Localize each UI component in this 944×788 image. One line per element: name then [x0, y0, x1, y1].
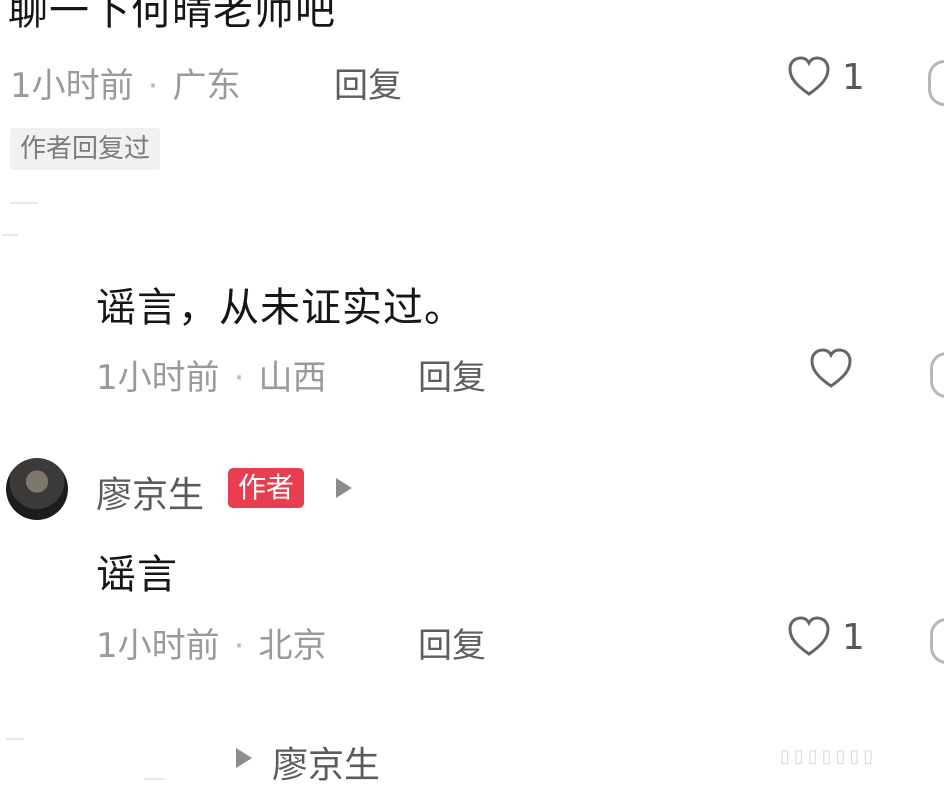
- image-noise: [6, 738, 24, 740]
- comment3-meta: 1小时前 · 北京: [96, 626, 327, 666]
- heart-icon: [786, 616, 832, 658]
- cropped-icon: [930, 352, 944, 398]
- comment1-time: 1小时前: [10, 66, 134, 106]
- comment2-location: 山西: [258, 358, 327, 398]
- comment1-location: 广东: [172, 66, 241, 106]
- play-icon[interactable]: [236, 748, 252, 768]
- comment2-time: 1小时前: [96, 358, 220, 398]
- comment2-reply-button[interactable]: 回复: [418, 350, 486, 399]
- heart-icon: [808, 348, 854, 390]
- comment1-reply-button[interactable]: 回复: [334, 58, 402, 107]
- comment2-like-button[interactable]: [808, 348, 854, 390]
- comment2-text: 谣言，从未证实过。: [96, 285, 465, 331]
- comment3-time: 1小时前: [96, 626, 220, 666]
- comment1-text: 聊一下何晴老师吧: [8, 0, 336, 34]
- author-badge: 作者: [228, 468, 305, 508]
- image-noise: [144, 778, 164, 780]
- avatar[interactable]: [6, 458, 68, 520]
- comment1-like-button[interactable]: 1: [786, 56, 865, 98]
- image-noise: [10, 202, 38, 204]
- comment1-meta: 1小时前 · 广东: [10, 66, 241, 106]
- comment1-like-count: 1: [842, 56, 865, 98]
- cropped-icon: [930, 618, 944, 664]
- author-replied-tag: 作者回复过: [10, 128, 161, 170]
- comment3-text: 谣言: [96, 552, 178, 598]
- comment-author-name[interactable]: 廖京生: [96, 466, 204, 518]
- reply-target-name[interactable]: 廖京生: [272, 736, 380, 788]
- play-icon[interactable]: [336, 478, 352, 498]
- comment3-like-button[interactable]: 1: [786, 616, 865, 658]
- image-noise: [2, 234, 18, 236]
- cropped-icon: [928, 60, 944, 106]
- comment3-reply-button[interactable]: 回复: [418, 618, 486, 667]
- heart-icon: [786, 56, 832, 98]
- comment3-like-count: 1: [842, 616, 865, 658]
- watermark: ▯▯▯▯▯▯▯: [780, 746, 878, 767]
- comment2-meta: 1小时前 · 山西: [96, 358, 327, 398]
- comment3-location: 北京: [258, 626, 327, 666]
